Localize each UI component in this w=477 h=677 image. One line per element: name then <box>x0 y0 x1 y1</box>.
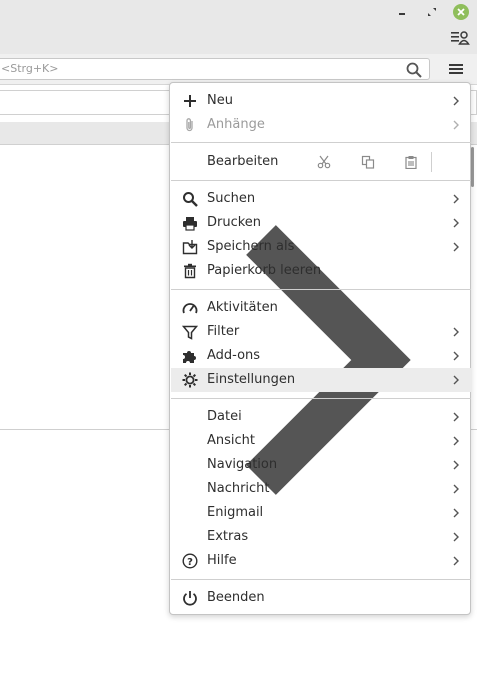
menu-item-label: Neu <box>207 93 233 108</box>
menu-item-label: Einstellungen <box>207 372 296 387</box>
chevron-right-icon <box>453 351 459 361</box>
menu-item-label: Speichern als <box>207 239 295 254</box>
menu-item-label: Enigmail <box>207 505 264 520</box>
menu-item-enigmail[interactable]: Enigmail <box>171 501 471 525</box>
menu-item-extras[interactable]: Extras <box>171 525 471 549</box>
gear-icon <box>181 372 199 388</box>
maximize-button[interactable] <box>424 4 440 20</box>
chevron-right-icon <box>453 412 459 422</box>
puzzle-icon <box>181 348 199 364</box>
menu-item-beenden[interactable]: Beenden <box>171 586 471 610</box>
svg-text:?: ? <box>187 557 193 568</box>
menu-item-anhaenge: Anhänge <box>171 113 471 137</box>
cut-button[interactable] <box>313 152 335 172</box>
menu-item-label: Add-ons <box>207 348 261 363</box>
power-icon <box>181 590 199 606</box>
menu-separator <box>171 142 471 143</box>
menu-item-bearbeiten: Bearbeiten <box>171 150 471 495</box>
search-icon[interactable] <box>405 61 423 79</box>
chevron-right-icon <box>453 242 459 252</box>
help-icon: ? <box>181 553 199 569</box>
menu-item-label: Ansicht <box>207 433 256 448</box>
chevron-right-icon <box>453 508 459 518</box>
menu-item-filter[interactable]: Filter <box>171 320 471 344</box>
funnel-icon <box>181 324 199 340</box>
search-bar-area: <Strg+K> <box>0 54 477 85</box>
menu-item-label: Beenden <box>207 590 265 605</box>
trash-icon <box>181 263 199 279</box>
plus-icon <box>181 93 199 109</box>
menu-separator <box>171 579 471 580</box>
menu-item-label: Extras <box>207 529 249 544</box>
chevron-right-icon <box>453 375 459 385</box>
chevron-right-icon <box>453 96 459 106</box>
chevron-right-icon <box>453 532 459 542</box>
chevron-right-icon <box>453 484 459 494</box>
copy-icon <box>361 155 375 169</box>
chevron-right-icon <box>453 327 459 337</box>
paste-button[interactable] <box>400 152 422 172</box>
paperclip-icon <box>181 117 199 133</box>
menu-item-hilfe[interactable]: ? Hilfe <box>171 549 471 573</box>
menu-item-papierkorb-leeren[interactable]: Papierkorb leeren <box>171 259 471 283</box>
menu-item-aktivitaeten[interactable]: Aktivitäten <box>171 296 471 320</box>
menu-item-ansicht[interactable]: Ansicht <box>171 429 471 453</box>
close-icon <box>457 8 465 16</box>
chevron-right-icon <box>453 436 459 446</box>
chevron-right-icon <box>453 460 459 470</box>
save-as-icon <box>181 239 199 255</box>
menu-item-label: Suchen <box>207 191 256 206</box>
chevron-right-icon <box>453 556 459 566</box>
menu-item-drucken[interactable]: Drucken <box>171 211 471 235</box>
hamburger-icon <box>449 64 463 74</box>
paste-icon <box>405 156 417 169</box>
main-toolbar <box>0 24 477 54</box>
menu-item-label: Datei <box>207 409 242 424</box>
menu-vertical-separator <box>431 152 432 172</box>
menu-item-label: Navigation <box>207 457 278 472</box>
close-button[interactable] <box>453 4 469 20</box>
menu-item-nachricht[interactable]: Nachricht <box>171 477 471 501</box>
menu-item-navigation[interactable]: Navigation <box>171 453 471 477</box>
menu-item-label: Filter <box>207 324 240 339</box>
chevron-right-icon <box>453 218 459 228</box>
menu-item-neu[interactable]: Neu <box>171 89 471 113</box>
minimize-icon <box>399 13 405 15</box>
chevron-right-icon <box>453 120 459 130</box>
menu-item-label: Nachricht <box>207 481 270 496</box>
menu-item-datei[interactable]: Datei <box>171 405 471 429</box>
menu-item-label: Bearbeiten <box>207 154 279 169</box>
copy-button[interactable] <box>357 152 379 172</box>
search-placeholder: <Strg+K> <box>1 62 59 75</box>
menu-item-label: Papierkorb leeren <box>207 263 322 278</box>
title-bar <box>0 0 477 24</box>
account-icon[interactable] <box>450 29 470 47</box>
minimize-button[interactable] <box>394 4 410 20</box>
menu-item-suchen[interactable]: Suchen <box>171 187 471 211</box>
menu-item-label: Anhänge <box>207 117 265 132</box>
menu-item-speichern-als[interactable]: Speichern als <box>171 235 471 259</box>
chevron-right-icon <box>453 194 459 204</box>
cut-icon <box>317 155 331 169</box>
scrollbar[interactable] <box>471 147 474 187</box>
search-input[interactable]: <Strg+K> <box>0 58 430 80</box>
menu-item-add-ons[interactable]: Add-ons <box>171 344 471 368</box>
menu-item-label: Aktivitäten <box>207 300 278 315</box>
menu-item-label: Drucken <box>207 215 262 230</box>
menu-separator <box>171 180 471 181</box>
menu-separator <box>171 398 471 399</box>
app-menu-popup: Neu Anhänge Bearbeiten Suchen Drucken Sp… <box>169 82 471 615</box>
menu-item-einstellungen[interactable]: Einstellungen <box>171 368 471 392</box>
printer-icon <box>181 215 199 231</box>
menu-separator <box>171 289 471 290</box>
gauge-icon <box>181 300 199 316</box>
search-icon <box>181 191 199 207</box>
menu-item-label: Hilfe <box>207 553 237 568</box>
restore-icon <box>428 8 436 16</box>
app-menu-button[interactable] <box>444 58 468 80</box>
